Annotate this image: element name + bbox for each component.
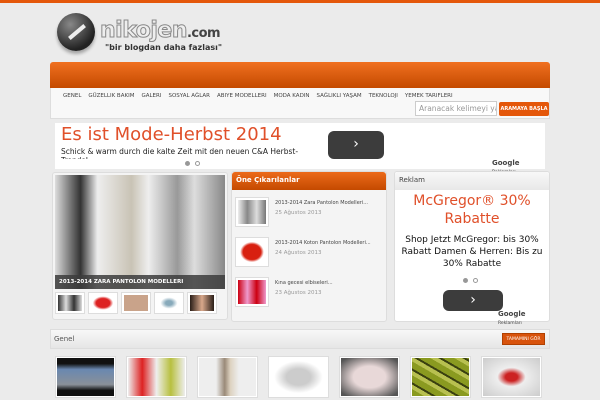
nav-genel[interactable]: GENEL [63,93,81,99]
side-ad-description: Shop Jetzt McGregor: bis 30% Rabatt Dame… [401,235,543,269]
orange-header-bar [50,62,550,88]
nav-teknoloji[interactable]: TEKNOLOJI [369,93,398,99]
featured-thumb[interactable] [235,197,269,227]
ad-panel-header: Reklam [395,172,549,190]
nav-sosyal-aglar[interactable]: SOSYAL AĞLAR [168,93,210,99]
post-thumb[interactable] [55,356,116,398]
site-slogan: "bir blogdan daha fazlası" [105,43,223,52]
pager-dot[interactable] [463,278,468,283]
see-all-button[interactable]: TAMAMINI GÖR [502,333,545,345]
pager-dot[interactable] [195,161,200,166]
search-button[interactable]: ARAMAYA BAŞLA [499,102,549,116]
thumb[interactable] [121,292,151,314]
nav-yemek-tarifleri[interactable]: YEMEK TARIFLERI [405,93,453,99]
nav-abiye-modelleri[interactable]: ABIYE MODELLERI [217,93,267,99]
google-text: Google [498,310,526,318]
ad-description: Schick & warm durch die kalte Zeit mit d… [61,147,299,159]
featured-thumb[interactable] [235,237,269,267]
main-nav: GENEL GÜZELLIK BAKIM GALERI SOSYAL AĞLAR… [63,93,453,99]
post-thumb[interactable] [339,356,400,398]
nav-saglikli-yasam[interactable]: SAĞLIKLI YAŞAM [317,93,362,99]
site-logo[interactable]: nikojen.com [100,18,221,44]
thumb[interactable] [55,292,85,314]
nav-galeri[interactable]: GALERI [141,93,161,99]
featured-title[interactable]: Kına gecesi elbiseleri... [275,280,333,286]
thumb[interactable] [154,292,184,314]
logo-tld: .com [186,26,221,41]
genel-post-grid [55,356,542,398]
featured-date: 25 Ağustos 2013 [275,210,322,216]
slider-thumbnails [55,292,217,314]
featured-date: 24 Ağustos 2013 [275,250,322,256]
pager-dot[interactable] [473,278,478,283]
search-input[interactable]: Aranacak kelimeyi yazın [415,101,497,116]
side-ad-next-button[interactable]: › [443,290,503,311]
ad-pager [185,161,200,166]
featured-panel: Öne Çıkarılanlar 2013-2014 Zara Pantolon… [231,171,387,322]
post-thumb[interactable] [126,356,187,398]
thumb[interactable] [88,292,118,314]
nav-moda-kadin[interactable]: MODA KADIN [274,93,310,99]
logo-name: nikojen [100,18,188,44]
featured-date: 23 Ağustos 2013 [275,290,322,296]
nav-guzellik-bakim[interactable]: GÜZELLIK BAKIM [88,93,134,99]
thumb[interactable] [187,292,217,314]
slider-panel: 2013-2014 ZARA PANTOLON MODELLERI [52,172,228,320]
top-ad-banner[interactable]: Es ist Mode-Herbst 2014 Schick & warm du… [55,123,545,175]
post-thumb[interactable] [481,356,542,398]
slide-caption[interactable]: 2013-2014 ZARA PANTOLON MODELLERI [55,275,225,289]
post-thumb[interactable] [410,356,471,398]
google-ads-label[interactable]: Google Reklamları [498,310,549,326]
ad-next-button[interactable]: › [328,131,384,159]
slide-image[interactable] [55,175,225,289]
section-title: Genel [54,335,75,343]
pencil-logo-icon[interactable] [57,13,95,51]
featured-title[interactable]: 2013-2014 Zara Pantolon Modelleri... [275,200,368,206]
reklam-text: Reklamları [498,321,522,326]
featured-header: Öne Çıkarılanlar [232,172,386,190]
nav-row: GENEL GÜZELLIK BAKIM GALERI SOSYAL AĞLAR… [50,88,550,119]
ad-title[interactable]: Es ist Mode-Herbst 2014 [61,124,282,145]
featured-title[interactable]: 2013-2014 Koton Pantolon Modelleri... [275,240,371,246]
google-text: Google [492,159,520,167]
side-ad-title[interactable]: McGregor® 30% Rabatte [395,192,549,228]
side-ad-pager [463,278,478,283]
post-thumb[interactable] [197,356,258,398]
genel-section-header: Genel TAMAMINI GÖR [50,329,550,349]
post-thumb[interactable] [268,356,329,398]
top-accent-line [0,0,600,3]
featured-thumb[interactable] [235,277,269,307]
pager-dot[interactable] [185,161,190,166]
ad-panel: Reklam McGregor® 30% Rabatte Shop Jetzt … [394,171,550,326]
